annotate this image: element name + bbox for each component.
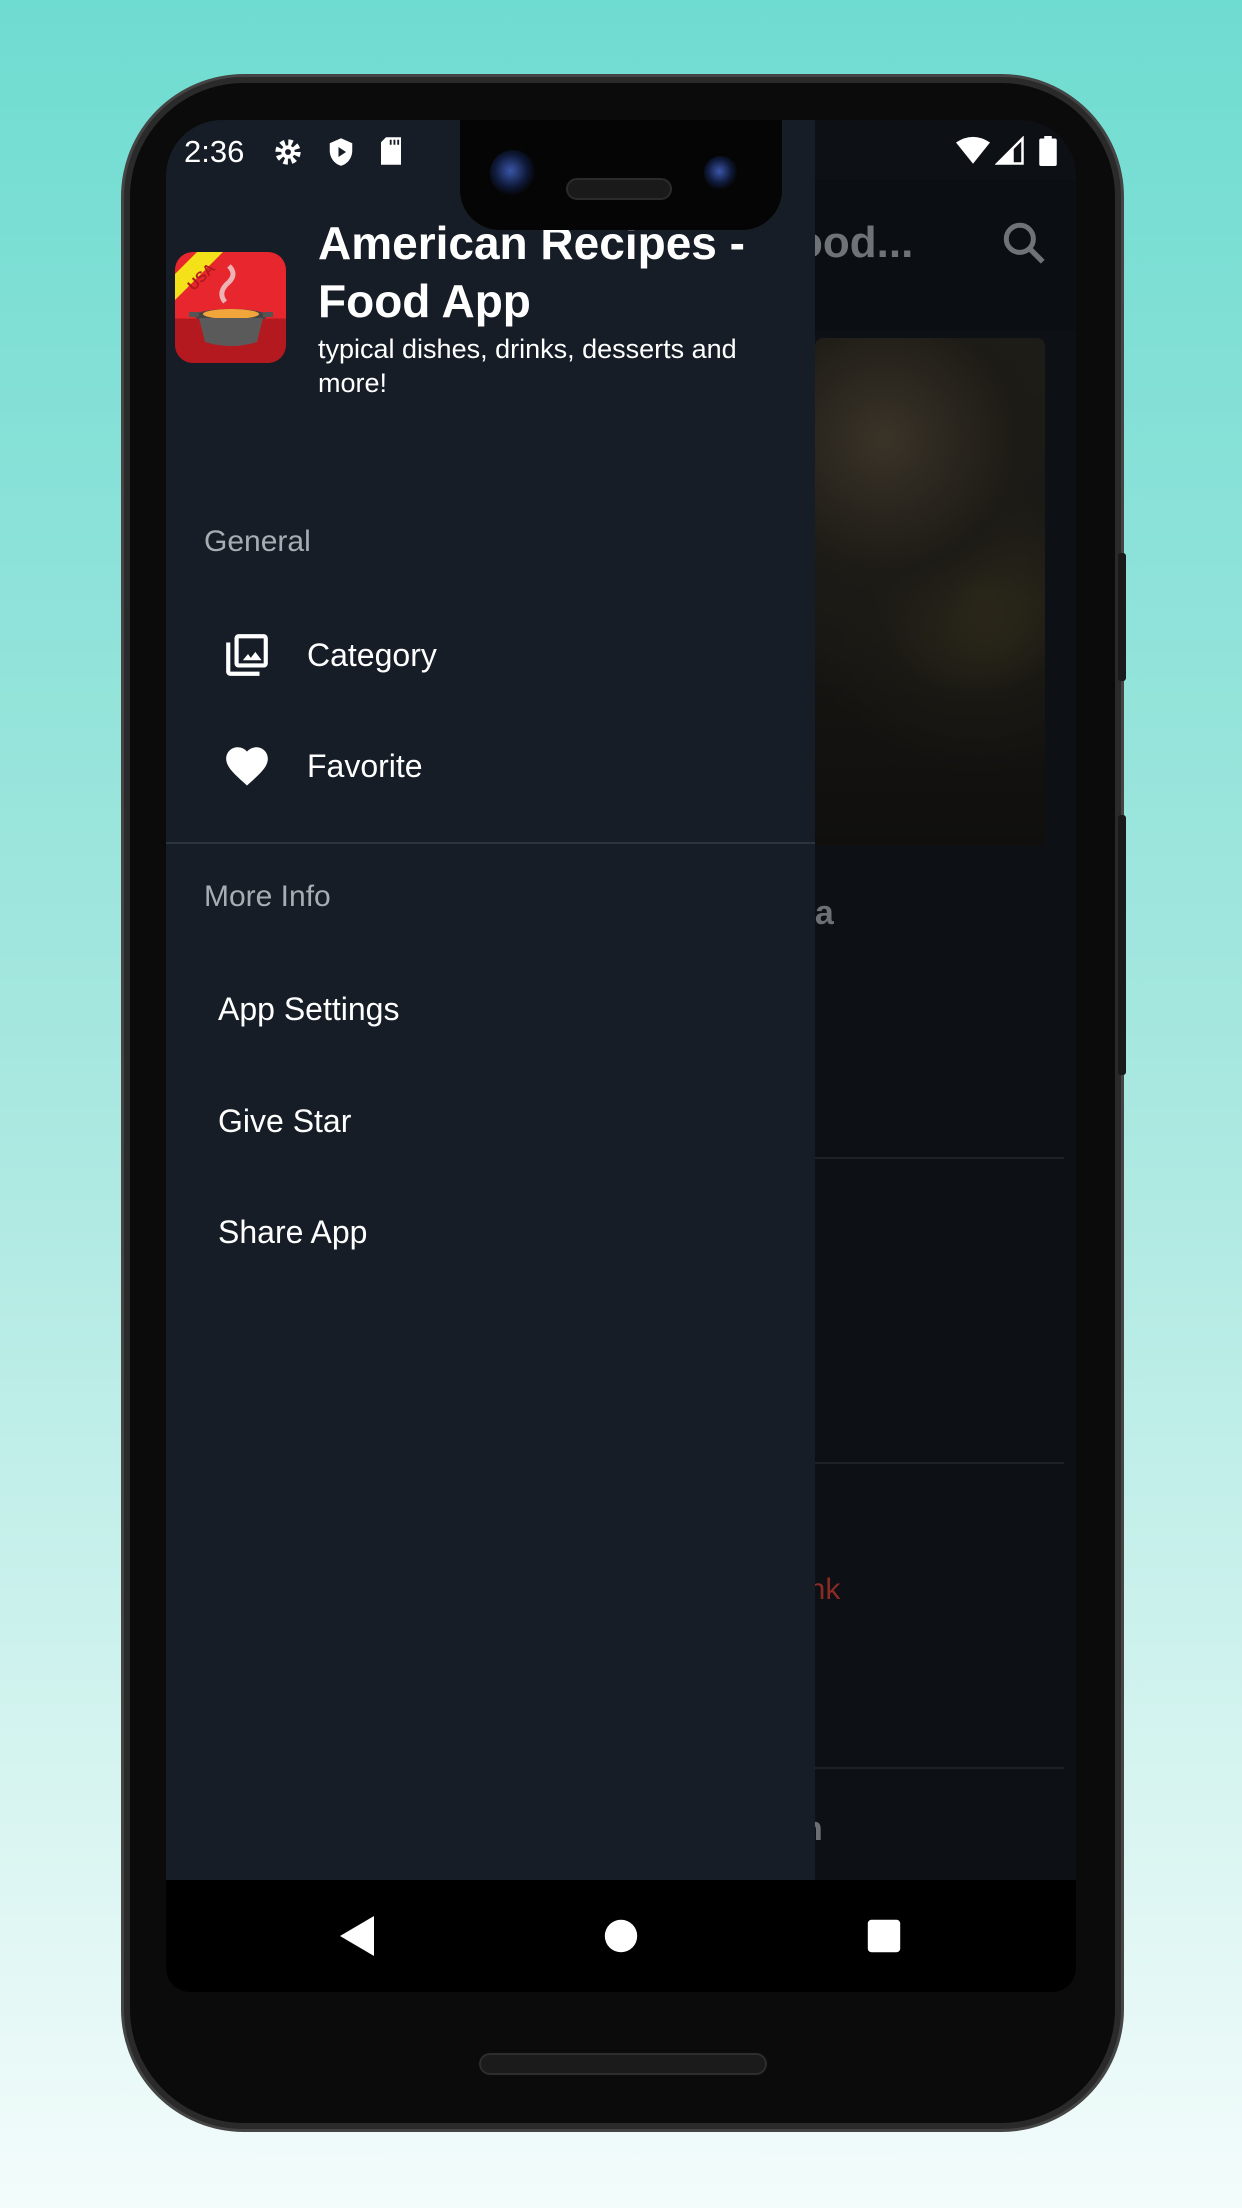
menu-item-share-app[interactable]: Share App [166,1182,815,1282]
menu-item-app-settings[interactable]: App Settings [166,959,815,1059]
search-icon[interactable] [999,218,1049,268]
photo-library-icon [226,634,268,676]
drawer-title: American Recipes - Food App [318,217,745,327]
earpiece-speaker [566,178,672,200]
drawer-subtitle: typical dishes, drinks, desserts and mor… [318,334,737,398]
bottom-speaker [479,2053,767,2075]
heart-icon [226,747,268,786]
shield-play-icon [329,138,353,166]
app-logo: USA [175,252,286,363]
status-time: 2:36 [184,134,245,169]
home-button[interactable] [603,1914,639,1958]
recents-button[interactable] [866,1914,902,1958]
front-camera-icon [490,150,536,196]
menu-item-favorite[interactable]: Favorite [166,716,815,816]
power-button [1118,553,1126,681]
menu-item-label: Give Star [218,1102,352,1139]
front-sensor-icon [704,156,738,190]
menu-item-label: Category [307,636,437,673]
volume-button [1118,815,1126,1075]
menu-item-label: Share App [218,1213,368,1250]
wifi-icon [956,136,990,164]
menu-item-category[interactable]: Category [166,605,815,705]
menu-item-label: App Settings [218,990,400,1027]
system-nav-bar [166,1880,1076,1992]
divider [815,1767,1064,1769]
menu-item-give-star[interactable]: Give Star [166,1071,815,1171]
navigation-drawer: USA American Recipes - Food App typical … [166,120,815,1880]
sd-card-icon [381,137,401,165]
menu-item-label: Favorite [307,747,423,784]
battery-icon [1039,136,1057,166]
section-label-general: General [204,525,311,558]
divider [166,842,815,844]
divider [815,1462,1064,1464]
section-label-more-info: More Info [204,880,331,913]
gear-icon [275,139,301,165]
signal-icon [995,136,1024,165]
camera-notch [460,120,782,230]
back-button[interactable] [338,1914,378,1958]
background-recipe-image[interactable] [815,338,1045,846]
screen: ood... ea ink n USA American Recipes - F… [166,120,1076,1992]
divider [815,1157,1064,1159]
